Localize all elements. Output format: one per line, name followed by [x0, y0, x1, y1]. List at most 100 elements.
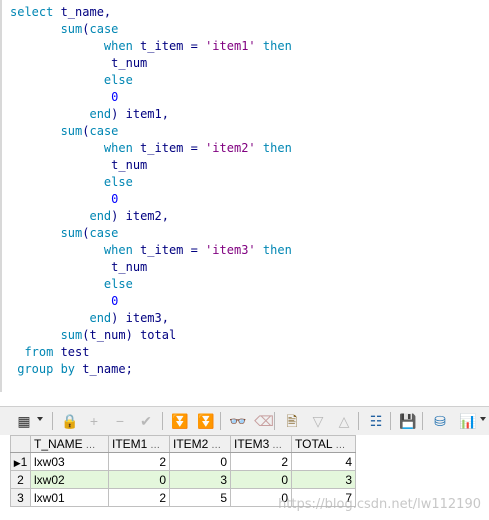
- grid-cell[interactable]: 3: [291, 470, 356, 489]
- chart-icon[interactable]: 📊: [458, 411, 478, 431]
- code-token: ) item3,: [111, 311, 169, 325]
- lock-icon[interactable]: 🔒: [60, 411, 80, 431]
- code-line: sum(case: [10, 123, 119, 140]
- code-line: when t_item = 'item3' then: [10, 242, 292, 259]
- code-token: 0: [111, 294, 119, 308]
- row-number[interactable]: 2: [10, 470, 31, 489]
- column-menu-icon[interactable]: …: [83, 440, 95, 451]
- code-token: else: [103, 73, 133, 87]
- code-token: t_item =: [132, 243, 206, 257]
- table-row[interactable]: 2 lxw02 0 3 0 3: [10, 470, 356, 489]
- grid-cell[interactable]: 4: [291, 452, 356, 471]
- column-menu-icon[interactable]: …: [269, 440, 282, 451]
- column-header-label: ITEM2: [173, 437, 209, 451]
- column-menu-icon[interactable]: …: [208, 440, 221, 451]
- column-header-item3[interactable]: ITEM3 …: [230, 435, 292, 453]
- watermark: https://blog.csdn.net/lw112190: [278, 497, 481, 512]
- grid-cell[interactable]: 0: [108, 470, 170, 489]
- dropdown-arrow-icon[interactable]: [480, 417, 486, 421]
- row-number[interactable]: ▶1: [10, 452, 31, 471]
- code-token: ) item2,: [111, 209, 169, 223]
- code-token: t_name,: [53, 5, 112, 19]
- table-row[interactable]: ▶1 lxw03 2 0 2 4: [10, 452, 356, 471]
- column-header-total[interactable]: TOTAL …: [291, 435, 356, 453]
- sort-up-icon: △: [338, 413, 350, 429]
- row-number[interactable]: 3: [10, 488, 31, 507]
- code-line: 0: [10, 191, 118, 208]
- toolbar-separator: [274, 412, 275, 430]
- tree-view-icon[interactable]: ☷: [366, 411, 386, 431]
- grid-cell[interactable]: 0: [230, 470, 292, 489]
- code-token: 0: [111, 90, 119, 104]
- code-token: t_num: [111, 56, 148, 70]
- column-menu-icon[interactable]: …: [333, 440, 345, 451]
- grid-cell[interactable]: 0: [169, 452, 231, 471]
- export-icon[interactable]: ⛁: [430, 411, 450, 431]
- grid-cell[interactable]: 5: [169, 488, 231, 507]
- binoculars-icon[interactable]: 👓: [228, 411, 248, 431]
- save-icon[interactable]: 💾: [398, 411, 418, 431]
- clear-icon: ⌫: [254, 413, 274, 429]
- column-header-t-name[interactable]: T_NAME …: [30, 435, 109, 453]
- row-number-label: 1: [20, 454, 28, 469]
- code-token: when: [103, 141, 133, 155]
- query-by-example-icon[interactable]: 🖹: [282, 411, 302, 431]
- grid-cell[interactable]: 2: [108, 488, 170, 507]
- sort-down-icon: ▽: [312, 413, 324, 429]
- add-record-icon: +: [89, 413, 99, 429]
- grid-cell[interactable]: 3: [169, 470, 231, 489]
- code-line: group by t_name;: [10, 361, 133, 378]
- column-header-item2[interactable]: ITEM2 …: [169, 435, 231, 453]
- column-header-item1[interactable]: ITEM1 …: [108, 435, 170, 453]
- code-token: then: [262, 243, 292, 257]
- code-token: then: [262, 141, 292, 155]
- code-line: t_num: [10, 55, 147, 72]
- grid-cell[interactable]: lxw02: [30, 470, 109, 489]
- dropdown-arrow-icon[interactable]: [37, 417, 43, 421]
- grid-view-icon[interactable]: ▦: [14, 411, 34, 431]
- column-menu-icon[interactable]: …: [147, 440, 160, 451]
- code-token: group by: [17, 362, 76, 376]
- code-token: ) item1,: [111, 107, 169, 121]
- code-line: t_num: [10, 259, 147, 276]
- toolbar-separator: [422, 412, 423, 430]
- grid-cell[interactable]: lxw01: [30, 488, 109, 507]
- code-line: when t_item = 'item1' then: [10, 38, 292, 55]
- code-line: t_num: [10, 157, 147, 174]
- code-token: t_num: [111, 158, 148, 172]
- toolbar-separator: [162, 412, 163, 430]
- code-line: select t_name,: [10, 4, 111, 21]
- grid-cell[interactable]: 2: [230, 452, 292, 471]
- code-token: case: [89, 226, 119, 240]
- code-line: sum(case: [10, 21, 119, 38]
- delete-record-icon: −: [115, 413, 125, 429]
- code-token: (: [82, 124, 90, 138]
- grid-cell[interactable]: 2: [108, 452, 170, 471]
- code-line: 0: [10, 293, 118, 310]
- code-line: when t_item = 'item2' then: [10, 140, 292, 157]
- fetch-next-icon[interactable]: ⏬: [170, 411, 190, 431]
- row-number-label: 2: [17, 472, 24, 487]
- toolbar-separator: [220, 412, 221, 430]
- sql-editor[interactable]: select t_name, sum(case when t_item = 'i…: [0, 0, 489, 392]
- code-token: sum: [60, 22, 83, 36]
- data-grid-toolbar: ▦ 🔒 + − ✔ ⏬ ⏬ 👓 ⌫ 🖹 ▽ △ ☷ 💾 ⛁ 📊: [0, 406, 489, 435]
- fetch-last-icon[interactable]: ⏬: [196, 411, 216, 431]
- code-token: when: [103, 243, 133, 257]
- code-line: else: [10, 174, 133, 191]
- grid-cell[interactable]: lxw03: [30, 452, 109, 471]
